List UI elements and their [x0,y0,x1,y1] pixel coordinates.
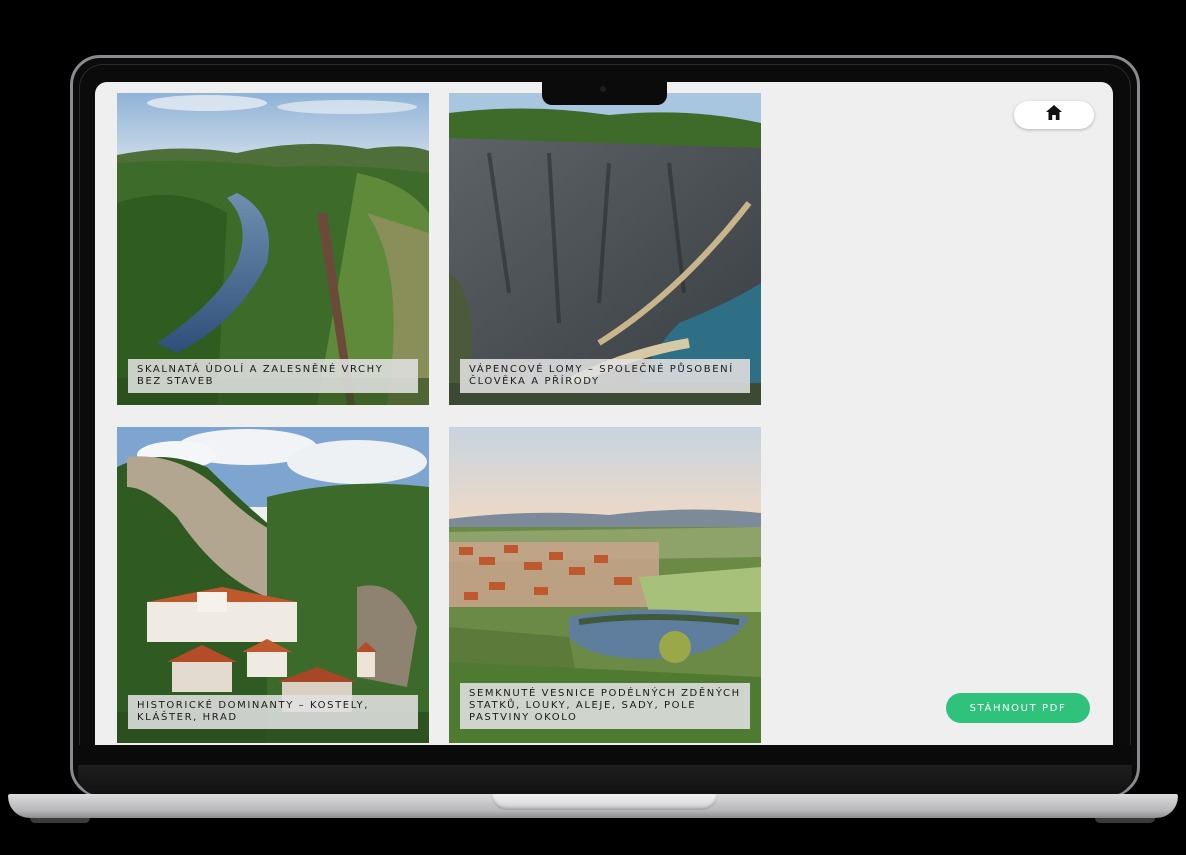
tile-limestone-quarry[interactable]: VÁPENCOVÉ LOMY – SPOLEČNÉ PŮSOBENÍ ČLOVĚ… [449,93,761,405]
laptop-opening-notch [491,794,718,810]
tile-village[interactable]: SEMKNUTÉ VESNICE PODÉLNÝCH ZDĚNÝCH STATK… [449,427,761,743]
tile-caption: SKALNATÁ ÚDOLÍ A ZALESNĚNÉ VRCHY BEZ STA… [128,359,418,393]
laptop-foot-left [30,818,90,823]
download-pdf-button[interactable]: STÁHNOUT PDF [946,693,1090,723]
tile-caption: SEMKNUTÉ VESNICE PODÉLNÝCH ZDĚNÝCH STATK… [460,683,750,729]
camera-dot [600,86,606,92]
home-button[interactable] [1014,101,1094,129]
laptop-foot-right [1095,818,1155,823]
tile-caption: HISTORICKÉ DOMINANTY – KOSTELY, KLÁŠTER,… [128,695,418,729]
laptop-hinge [78,765,1132,795]
tile-river-valley[interactable]: SKALNATÁ ÚDOLÍ A ZALESNĚNÉ VRCHY BEZ STA… [117,93,429,405]
home-icon [1046,105,1062,125]
tile-historic-landmarks[interactable]: HISTORICKÉ DOMINANTY – KOSTELY, KLÁŠTER,… [117,427,429,743]
tile-caption: VÁPENCOVÉ LOMY – SPOLEČNÉ PŮSOBENÍ ČLOVĚ… [460,359,750,393]
